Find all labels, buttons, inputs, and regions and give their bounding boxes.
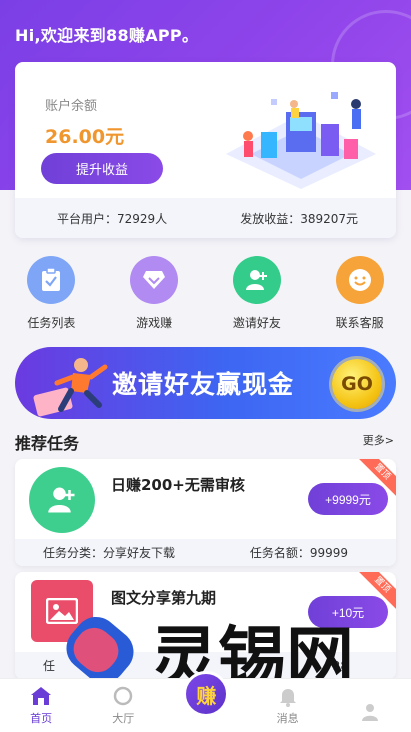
bell-icon [279,689,296,707]
task-title: 图文分享第九期 [111,589,217,607]
running-person-illustration [33,358,108,417]
earn-icon[interactable]: 赚 [183,671,230,717]
tab-label: 大厅 [112,712,135,725]
withdraw-button[interactable]: 提升收益 [41,153,163,184]
clipboard-check-icon [27,256,76,304]
quick-label: 游戏赚 [136,316,173,330]
quick-invite[interactable]: 邀请好友 [206,256,309,336]
task-meta: 任务分类：分享好友下载 任务名额：99999 [15,539,396,566]
quick-label: 联系客服 [335,316,384,330]
quick-label: 任务列表 [27,316,76,330]
task-title: 日赚200+无需审核 [111,476,245,494]
home-icon [31,687,52,705]
add-user-icon [232,256,281,304]
tab-label: 首页 [30,712,53,725]
quick-task-list[interactable]: 任务列表 [0,256,103,336]
paid-out: 发放收益：389207元 [240,211,358,226]
quick-label: 邀请好友 [232,316,281,330]
more-link[interactable]: 更多> [363,432,394,448]
go-badge[interactable]: GO [332,359,382,409]
tab-earn[interactable]: 赚 [164,671,246,732]
bottom-tab-bar: 首页 大厅 赚 消息 [0,671,411,732]
greeting-text: Hi,欢迎来到88赚APP。 [15,26,199,45]
add-user-icon [29,467,95,533]
account-card: 账户余额 26.00元 提升收益 平台用户：72929人 发放收益：389207… [15,62,396,238]
tab-messages[interactable]: 消息 [247,679,329,732]
section-title: 推荐任务 [15,434,80,453]
invite-banner[interactable]: 邀请好友赢现金 GO [15,347,396,419]
task-category: 任务分类：分享好友下载 [43,546,176,560]
smile-icon [335,256,384,304]
task-reward-button[interactable]: +9999元 [308,483,388,515]
stats-bar: 平台用户：72929人 发放收益：389207元 [15,198,396,238]
task-card[interactable]: 日赚200+无需审核 +9999元 置顶 任务分类：分享好友下载 任务名额：99… [15,459,396,566]
balance-value: 26.00元 [45,126,125,148]
quick-actions: 任务列表 游戏赚 邀请好友 联系客服 [0,256,411,336]
hall-icon [114,686,133,706]
banner-text: 邀请好友赢现金 [112,370,295,399]
quick-game-earn[interactable]: 游戏赚 [103,256,206,336]
task-quota: 任务名额：99999 [249,546,348,560]
user-icon [361,704,378,721]
diamond-icon [130,256,179,304]
tab-label: 消息 [276,712,299,725]
platform-users: 平台用户：72929人 [57,211,168,226]
quick-support[interactable]: 联系客服 [308,256,411,336]
tab-hall[interactable]: 大厅 [82,679,164,732]
tab-profile[interactable] [329,679,411,732]
tab-home[interactable]: 首页 [0,679,82,732]
balance-label: 账户余额 [45,99,98,114]
isometric-illustration [226,92,376,189]
task-category: 任 [43,659,56,673]
